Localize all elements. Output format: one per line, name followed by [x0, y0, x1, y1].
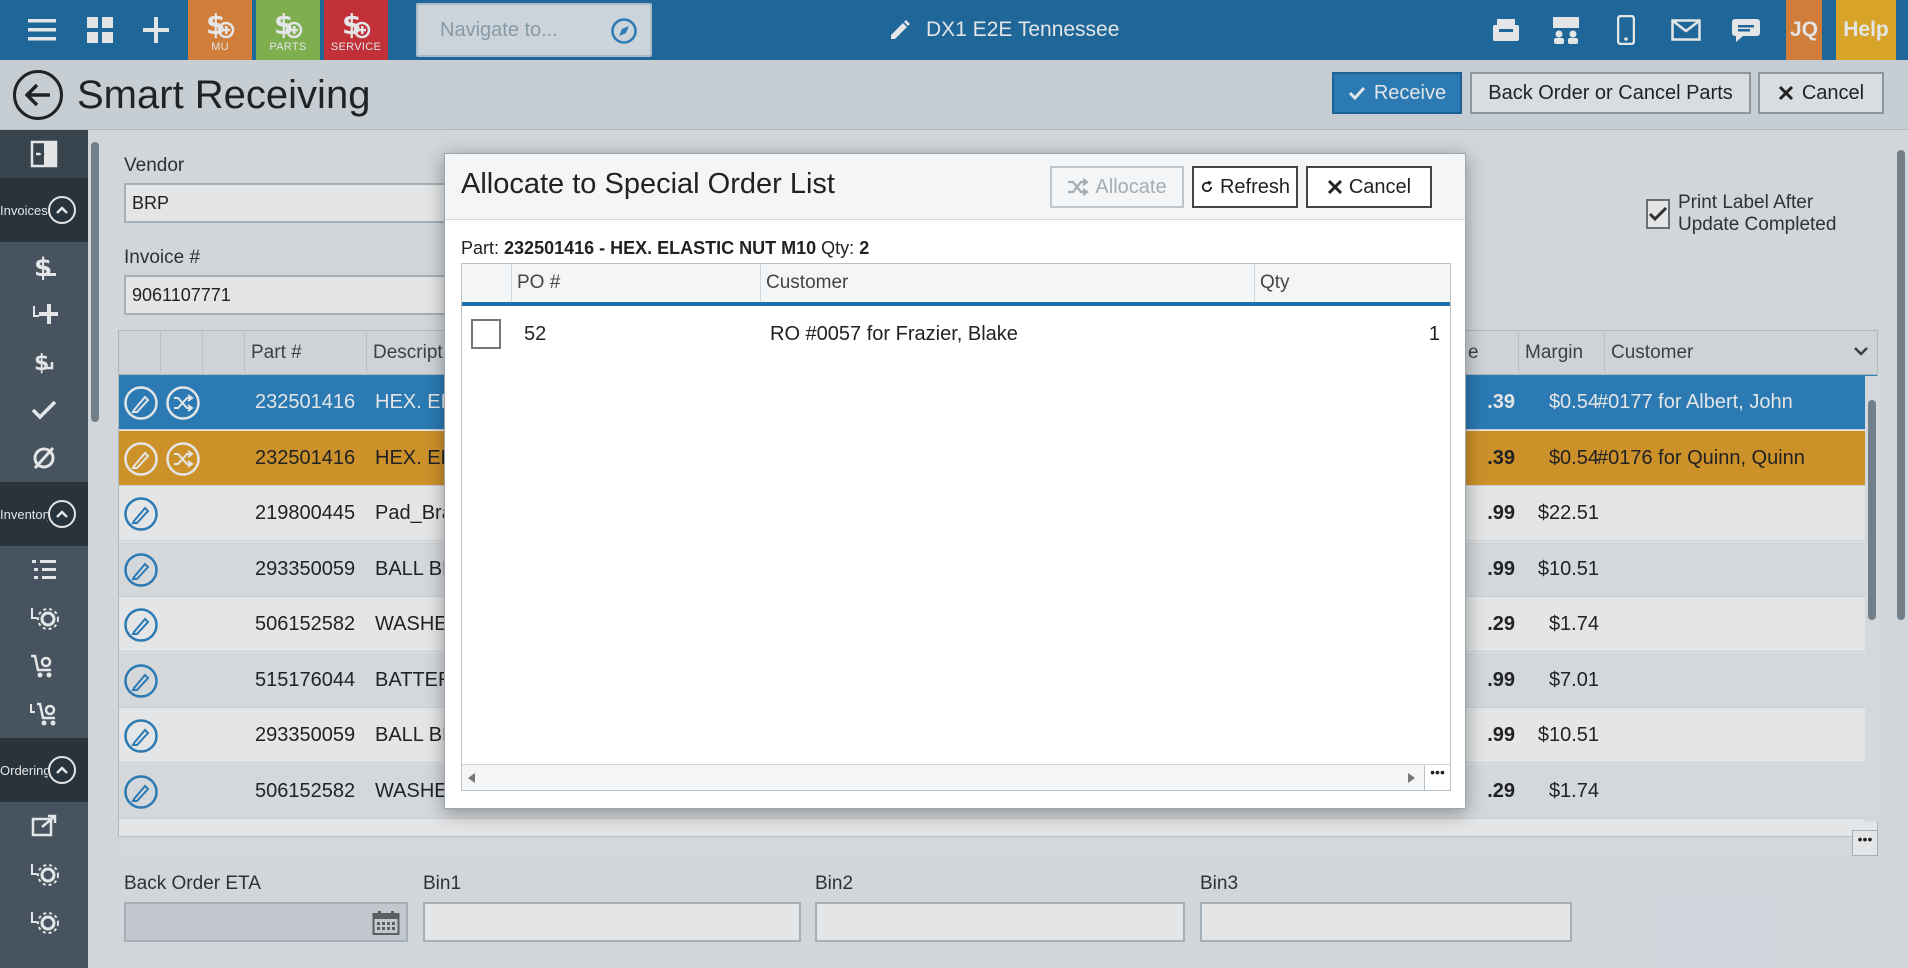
scroll-left-icon[interactable]: [468, 773, 476, 783]
allocate-button[interactable]: Allocate: [1050, 166, 1184, 208]
grid-header-select: [462, 264, 512, 302]
close-icon: [1327, 179, 1342, 195]
dialog-horizontal-scrollbar[interactable]: •••: [462, 764, 1450, 790]
row-po-number: 52: [524, 323, 547, 345]
row-qty: 1: [1428, 323, 1440, 345]
grid-header-qty[interactable]: Qty: [1255, 264, 1450, 302]
refresh-label: Refresh: [1219, 175, 1290, 198]
dialog-grid-more-button[interactable]: •••: [1424, 765, 1450, 790]
dialog-title: Allocate to Special Order List: [461, 168, 835, 200]
dialog-cancel-label: Cancel: [1348, 175, 1412, 198]
refresh-icon: [1201, 180, 1213, 193]
special-order-grid-header: PO # Customer Qty: [462, 264, 1450, 306]
special-order-row[interactable]: 52 RO #0057 for Frazier, Blake 1: [462, 306, 1450, 362]
qty-prefix: Qty:: [821, 238, 855, 258]
dialog-header: Allocate to Special Order List Allocate …: [445, 154, 1465, 220]
scroll-right-icon[interactable]: [1408, 773, 1416, 783]
grid-header-customer[interactable]: Customer: [761, 264, 1255, 302]
part-value: 232501416 - HEX. ELASTIC NUT M10: [504, 238, 817, 258]
qty-value: 2: [859, 238, 870, 258]
part-prefix: Part:: [461, 238, 500, 258]
allocate-label: Allocate: [1095, 175, 1167, 198]
grid-header-po[interactable]: PO #: [512, 264, 761, 302]
special-order-grid: PO # Customer Qty 52 RO #0057 for Frazie…: [461, 263, 1451, 791]
allocate-special-order-dialog: Allocate to Special Order List Allocate …: [444, 153, 1466, 809]
row-select-checkbox[interactable]: [471, 319, 501, 349]
dialog-cancel-button[interactable]: Cancel: [1306, 166, 1432, 208]
dialog-part-info: Part: 232501416 - HEX. ELASTIC NUT M10 Q…: [461, 238, 869, 259]
refresh-button[interactable]: Refresh: [1192, 166, 1298, 208]
shuffle-icon: [1068, 178, 1090, 196]
row-customer: RO #0057 for Frazier, Blake: [770, 323, 1018, 345]
